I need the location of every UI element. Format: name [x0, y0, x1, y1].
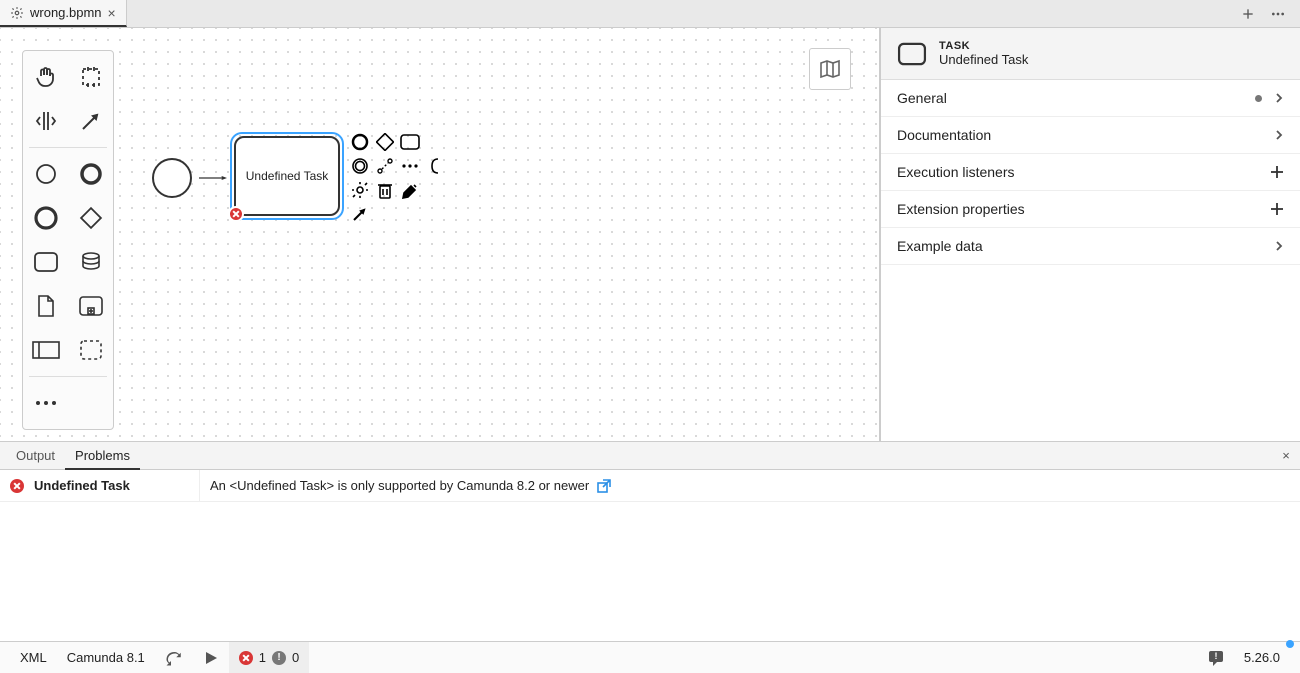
problem-message: An <Undefined Task> is only supported by…: [210, 478, 589, 493]
warning-icon: !: [272, 651, 286, 665]
group-example-data-label: Example data: [897, 238, 983, 254]
chevron-right-icon: [1274, 241, 1284, 251]
change-type[interactable]: [350, 180, 370, 200]
palette-more[interactable]: [23, 381, 68, 425]
status-bar: XML Camunda 8.1 1 ! 0 ! 5.26.0: [0, 641, 1300, 673]
append-intermediate-event[interactable]: [350, 156, 370, 176]
file-tab-label: wrong.bpmn: [30, 5, 102, 20]
element-palette: [22, 50, 114, 430]
element-type-label: TASK: [939, 40, 1028, 52]
space-tool[interactable]: [23, 99, 68, 143]
task-icon: [897, 42, 927, 66]
group-execution-listeners[interactable]: Execution listeners: [881, 154, 1300, 191]
add-icon[interactable]: [1270, 165, 1284, 179]
version-label[interactable]: 5.26.0: [1234, 642, 1290, 673]
file-tab[interactable]: wrong.bpmn ×: [0, 0, 127, 27]
sequence-flow[interactable]: [192, 176, 234, 180]
chevron-right-icon: [1274, 93, 1284, 103]
close-tab-button[interactable]: ×: [108, 5, 116, 21]
properties-header: TASK Undefined Task: [881, 28, 1300, 80]
color-element[interactable]: [400, 180, 420, 200]
tab-bar: wrong.bpmn ×: [0, 0, 1300, 28]
task-node-label: Undefined Task: [246, 169, 329, 183]
diagram-canvas[interactable]: Undefined Task: [0, 28, 880, 441]
task-error-badge[interactable]: [228, 206, 244, 222]
group-documentation-label: Documentation: [897, 127, 991, 143]
append-connection[interactable]: [375, 156, 395, 176]
start-event-node[interactable]: [152, 158, 192, 198]
intermediate-event-tool[interactable]: [23, 196, 68, 240]
gateway-tool[interactable]: [68, 196, 113, 240]
group-general[interactable]: General: [881, 80, 1300, 117]
error-count: 1: [259, 650, 266, 665]
data-object-tool[interactable]: [23, 284, 68, 328]
engine-profile-button[interactable]: Camunda 8.1: [57, 642, 155, 673]
deploy-button[interactable]: [155, 642, 193, 673]
connect-element[interactable]: [350, 204, 370, 224]
problem-element-label: Undefined Task: [34, 478, 130, 493]
subprocess-tool[interactable]: [68, 284, 113, 328]
external-link-icon[interactable]: [597, 479, 611, 493]
task-tool[interactable]: [23, 240, 68, 284]
append-end-event[interactable]: [350, 132, 370, 152]
start-event-tool[interactable]: [23, 152, 68, 196]
group-extension-properties[interactable]: Extension properties: [881, 191, 1300, 228]
add-icon[interactable]: [1270, 202, 1284, 216]
group-general-label: General: [897, 90, 947, 106]
add-tab-button[interactable]: [1240, 6, 1256, 22]
view-xml-button[interactable]: XML: [10, 642, 57, 673]
chevron-right-icon: [1274, 130, 1284, 140]
append-more[interactable]: [400, 156, 420, 176]
close-bottom-panel[interactable]: ×: [1272, 442, 1300, 469]
problem-row[interactable]: Undefined Task An <Undefined Task> is on…: [0, 470, 1300, 502]
element-name-label: Undefined Task: [939, 52, 1028, 67]
warning-count: 0: [292, 650, 299, 665]
group-indicator-icon: [1255, 95, 1262, 102]
bottom-panel: Output Problems × Undefined Task An <Und…: [0, 441, 1300, 641]
group-extension-properties-label: Extension properties: [897, 201, 1025, 217]
error-icon: [10, 479, 24, 493]
tab-problems[interactable]: Problems: [65, 442, 140, 470]
svg-text:!: !: [1214, 651, 1217, 661]
group-documentation[interactable]: Documentation: [881, 117, 1300, 154]
group-execution-listeners-label: Execution listeners: [897, 164, 1015, 180]
delete-element[interactable]: [375, 180, 395, 200]
tab-overflow-menu[interactable]: [1270, 6, 1286, 22]
group-tool[interactable]: [68, 328, 113, 372]
feedback-button[interactable]: !: [1198, 642, 1234, 673]
lasso-tool[interactable]: [68, 55, 113, 99]
error-icon: [239, 651, 253, 665]
data-store-tool[interactable]: [68, 240, 113, 284]
lint-issues-button[interactable]: 1 ! 0: [229, 642, 309, 673]
hand-tool[interactable]: [23, 55, 68, 99]
append-task[interactable]: [400, 132, 420, 152]
participant-tool[interactable]: [23, 328, 68, 372]
end-event-tool[interactable]: [68, 152, 113, 196]
append-gateway[interactable]: [375, 132, 395, 152]
context-pad: [350, 132, 445, 224]
bpmn-file-icon: [10, 6, 24, 20]
append-annotation[interactable]: [425, 156, 445, 176]
task-node[interactable]: Undefined Task: [230, 132, 344, 220]
start-instance-button[interactable]: [193, 642, 229, 673]
properties-panel: TASK Undefined Task General Documentatio…: [880, 28, 1300, 441]
group-example-data[interactable]: Example data: [881, 228, 1300, 265]
tab-output[interactable]: Output: [6, 442, 65, 469]
minimap-toggle[interactable]: [809, 48, 851, 90]
connect-tool[interactable]: [68, 99, 113, 143]
